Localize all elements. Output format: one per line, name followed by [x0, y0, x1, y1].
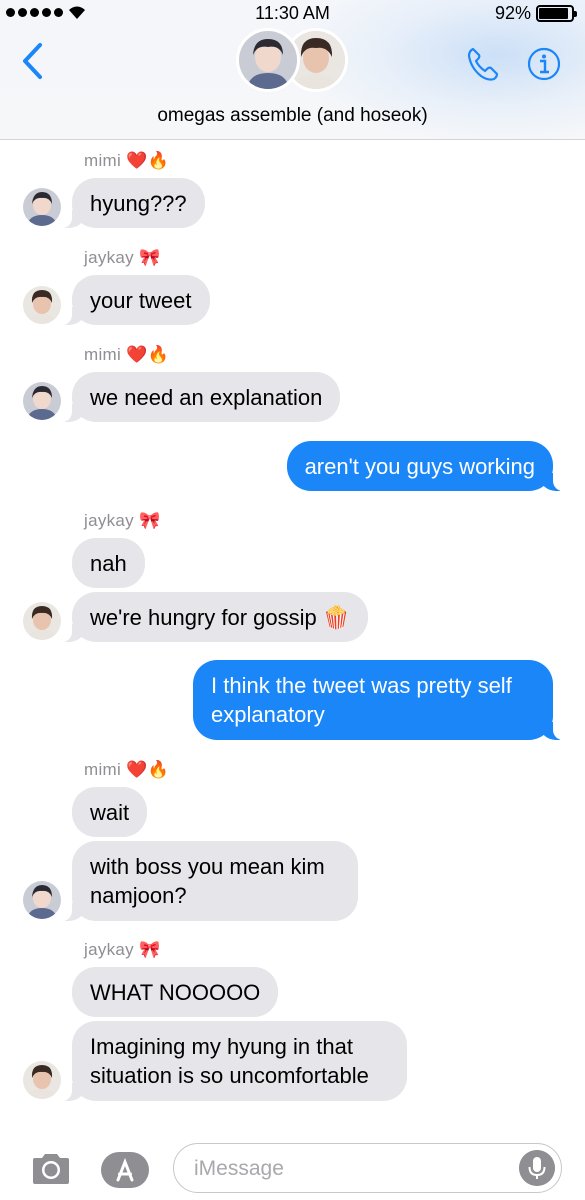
battery-percentage: 92%	[494, 3, 531, 23]
incoming-message-bubble[interactable]: we're hungry for gossip 🍿	[59, 592, 369, 642]
status-bar: 11:30 AM 92%	[0, 0, 585, 28]
avatar-jaykay[interactable]	[23, 602, 61, 640]
incoming-message-bubble[interactable]: wait	[72, 787, 148, 837]
incoming-message-bubble[interactable]: Imagining my hyung in that situation is s…	[60, 1021, 407, 1101]
incoming-message-bubble[interactable]: your tweet	[60, 275, 210, 325]
sender-name: jaykay 🎀	[84, 940, 161, 960]
incoming-message-bubble[interactable]: nah	[72, 538, 145, 588]
incoming-message-bubble[interactable]: hyung???	[60, 178, 205, 228]
avatar-mimi[interactable]	[23, 382, 61, 420]
group-avatar-mimi	[236, 28, 300, 92]
app-store-icon[interactable]	[100, 1150, 150, 1190]
avatar-jaykay[interactable]	[23, 286, 61, 324]
group-name[interactable]: omegas assemble (and hoseok)	[0, 105, 585, 127]
camera-icon[interactable]	[30, 1152, 72, 1186]
outgoing-message-bubble[interactable]: aren't you guys working	[286, 441, 566, 491]
avatar-mimi[interactable]	[23, 881, 61, 919]
back-button[interactable]	[20, 42, 46, 80]
conversation-header: 11:30 AM 92% omegas assemble (and hoseok…	[0, 0, 585, 140]
group-avatars[interactable]	[236, 28, 352, 94]
message-input[interactable]	[194, 1154, 494, 1184]
incoming-message-bubble[interactable]: with boss you mean kim namjoon?	[60, 841, 358, 921]
info-icon[interactable]	[527, 47, 561, 81]
sender-name: jaykay 🎀	[84, 511, 161, 531]
phone-icon[interactable]	[466, 46, 500, 82]
battery-icon	[536, 5, 577, 22]
avatar-mimi[interactable]	[23, 188, 61, 226]
incoming-message-bubble[interactable]: WHAT NOOOOO	[72, 967, 279, 1017]
incoming-message-bubble[interactable]: we need an explanation	[59, 372, 341, 422]
sender-name: mimi ❤️🔥	[84, 760, 170, 780]
message-field[interactable]	[173, 1143, 562, 1193]
microphone-icon[interactable]	[519, 1150, 555, 1186]
sender-name: jaykay 🎀	[84, 248, 161, 268]
sender-name: mimi ❤️🔥	[84, 345, 170, 365]
sender-name: mimi ❤️🔥	[84, 151, 170, 171]
outgoing-message-bubble[interactable]: I think the tweet was pretty self explana…	[193, 660, 565, 740]
avatar-jaykay[interactable]	[23, 1061, 61, 1099]
